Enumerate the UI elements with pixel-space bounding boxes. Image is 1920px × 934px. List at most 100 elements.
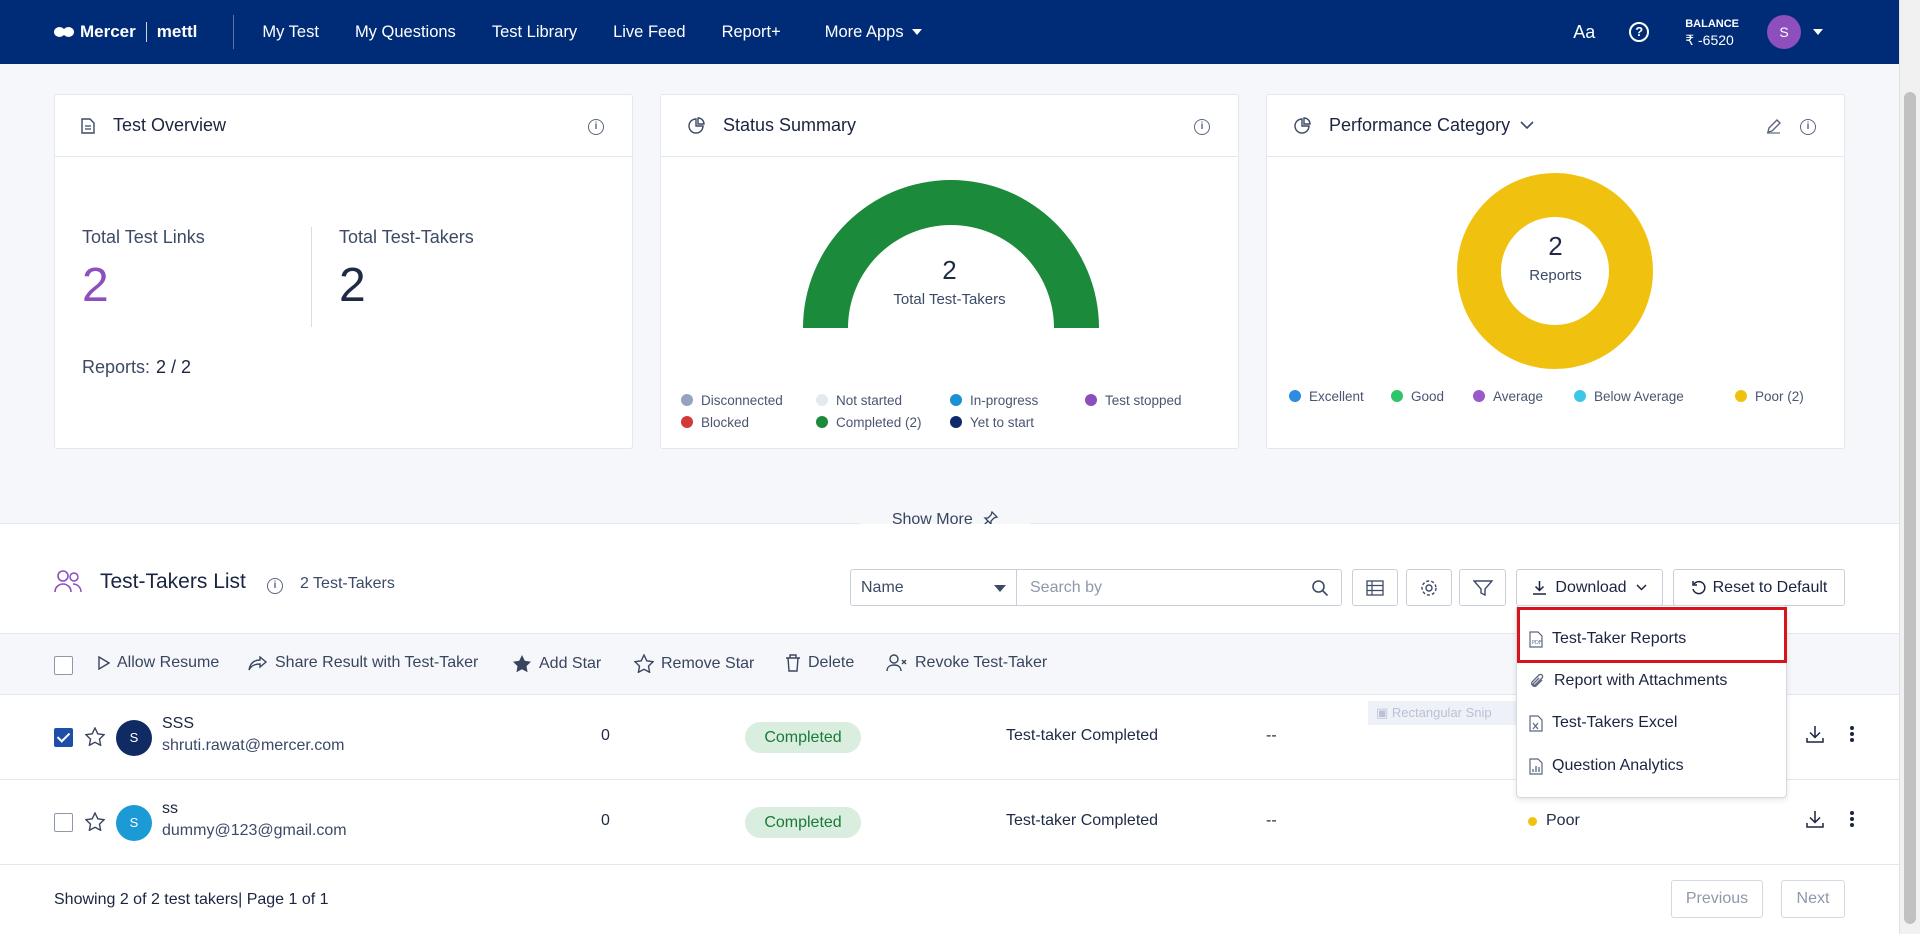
scrollbar-thumb[interactable] <box>1904 92 1916 924</box>
gear-icon <box>1421 579 1437 596</box>
star-filled-icon <box>513 655 531 673</box>
legend-yet-to-start[interactable]: Yet to start <box>950 415 1034 430</box>
download-icon <box>1533 581 1547 595</box>
reset-to-default-button[interactable]: Reset to Default <box>1673 569 1845 606</box>
menu-item-question-analytics[interactable]: Question Analytics <box>1529 757 1684 775</box>
performance-category-card: Performance Category i 2 Reports Excelle… <box>1266 94 1845 449</box>
card-header: Status Summary <box>661 95 1238 157</box>
more-options-icon[interactable] <box>1849 810 1855 828</box>
score: 0 <box>601 812 610 829</box>
allow-resume-button[interactable]: Allow Resume <box>98 654 219 672</box>
total-takers-block: Total Test-Takers 2 <box>339 227 474 313</box>
more-options-icon[interactable] <box>1849 725 1855 743</box>
legend-average[interactable]: Average <box>1473 389 1543 404</box>
logo-mercer: Mercer <box>80 22 136 41</box>
legend-dot <box>1391 390 1403 402</box>
legend-poor[interactable]: Poor (2) <box>1735 389 1804 404</box>
list-count: 2 Test-Takers <box>300 575 395 592</box>
total-links-label: Total Test Links <box>82 227 205 247</box>
info-icon[interactable]: i <box>1800 119 1816 135</box>
legend-label: Completed (2) <box>836 415 922 430</box>
test-taker-email: dummy@123@gmail.com <box>162 822 347 839</box>
page-scrollbar[interactable] <box>1899 0 1920 934</box>
reset-label: Reset to Default <box>1712 578 1828 596</box>
filter-button[interactable] <box>1459 569 1506 606</box>
test-overview-card: Test Overview i Total Test Links 2 Total… <box>54 94 633 449</box>
logo[interactable]: Mercer mettl <box>54 22 197 42</box>
balance-value: ₹ -6520 <box>1685 32 1734 48</box>
download-icon[interactable] <box>1806 810 1824 828</box>
edit-icon[interactable] <box>1765 118 1782 135</box>
select-value: Name <box>861 579 904 596</box>
column-view-button[interactable] <box>1352 569 1398 606</box>
list-view-icon <box>1366 579 1384 596</box>
paperclip-icon <box>1531 673 1544 687</box>
highlight-box <box>1517 607 1787 663</box>
status-badge: Completed <box>745 722 861 753</box>
user-menu-chevron-icon[interactable] <box>1813 29 1823 35</box>
card-title[interactable]: Performance Category <box>1329 115 1510 136</box>
overview-divider <box>311 227 312 327</box>
font-size-toggle[interactable]: Aa <box>1573 22 1595 43</box>
revoke-test-taker-button[interactable]: Revoke Test-Taker <box>886 654 1047 672</box>
star-outline-icon[interactable] <box>85 812 105 831</box>
nav-test-library[interactable]: Test Library <box>492 23 577 42</box>
add-star-button[interactable]: Add Star <box>512 654 601 673</box>
previous-page-button[interactable]: Previous <box>1671 880 1763 918</box>
legend-below-average[interactable]: Below Average <box>1574 389 1684 404</box>
total-takers-label: Total Test-Takers <box>339 227 474 247</box>
test-taker-name[interactable]: SSS <box>162 715 194 733</box>
info-icon[interactable]: i <box>588 119 604 135</box>
test-taker-name[interactable]: ss <box>162 800 178 818</box>
remove-star-button[interactable]: Remove Star <box>634 654 754 673</box>
nav-more-apps[interactable]: More Apps <box>825 23 922 42</box>
delete-button[interactable]: Delete <box>785 654 854 672</box>
snip-overlay: ▣ Rectangular Snip <box>1368 701 1518 725</box>
empty-cell: -- <box>1266 727 1277 744</box>
next-page-button[interactable]: Next <box>1781 880 1845 918</box>
reports-value: 2 / 2 <box>156 357 192 377</box>
snip-overlay-label: Rectangular Snip <box>1391 705 1492 720</box>
info-icon[interactable]: i <box>267 578 283 594</box>
search-input[interactable]: Search by <box>1017 569 1342 606</box>
user-remove-icon <box>886 654 907 672</box>
legend-test-stopped[interactable]: Test stopped <box>1085 393 1182 408</box>
balance: BALANCE ₹ -6520 <box>1685 16 1739 48</box>
star-outline-icon[interactable] <box>85 727 105 746</box>
legend-in-progress[interactable]: In-progress <box>950 393 1038 408</box>
search-icon[interactable] <box>1311 579 1329 597</box>
legend-label: Disconnected <box>701 393 783 408</box>
legend-not-started[interactable]: Not started <box>816 393 902 408</box>
menu-item-test-takers-excel[interactable]: Test-Takers Excel <box>1529 714 1677 732</box>
search-field-select[interactable]: Name <box>850 569 1017 606</box>
share-result-button[interactable]: Share Result with Test-Taker <box>248 654 478 672</box>
action-label: Share Result with Test-Taker <box>275 654 479 671</box>
nav-live-feed[interactable]: Live Feed <box>613 23 685 42</box>
legend-disconnected[interactable]: Disconnected <box>681 393 783 408</box>
legend-excellent[interactable]: Excellent <box>1289 389 1364 404</box>
select-all-checkbox[interactable] <box>54 656 73 675</box>
help-icon[interactable]: ? <box>1629 22 1650 42</box>
download-icon[interactable] <box>1806 725 1824 743</box>
logo-separator <box>145 22 147 42</box>
list-title: Test-Takers List <box>100 570 246 593</box>
nav-report-plus[interactable]: Report+ <box>722 23 781 42</box>
legend-blocked[interactable]: Blocked <box>681 415 749 430</box>
info-icon[interactable]: i <box>1194 119 1210 135</box>
action-label: Delete <box>808 654 855 671</box>
total-links-value[interactable]: 2 <box>82 258 205 313</box>
legend-completed[interactable]: Completed (2) <box>816 415 922 430</box>
nav-my-test[interactable]: My Test <box>262 23 319 42</box>
chevron-down-icon[interactable] <box>1520 121 1534 130</box>
user-avatar[interactable]: S <box>1767 15 1801 49</box>
legend-good[interactable]: Good <box>1391 389 1444 404</box>
nav-my-questions[interactable]: My Questions <box>355 23 456 42</box>
menu-item-report-attachments[interactable]: Report with Attachments <box>1529 672 1727 690</box>
row-checkbox[interactable] <box>54 728 73 747</box>
settings-button[interactable] <box>1406 569 1452 606</box>
mercer-logo-icon <box>54 26 76 38</box>
donut-value: 2 <box>1548 231 1563 261</box>
download-button[interactable]: Download <box>1516 569 1663 606</box>
avatar: S <box>116 720 152 756</box>
row-checkbox[interactable] <box>54 813 73 832</box>
